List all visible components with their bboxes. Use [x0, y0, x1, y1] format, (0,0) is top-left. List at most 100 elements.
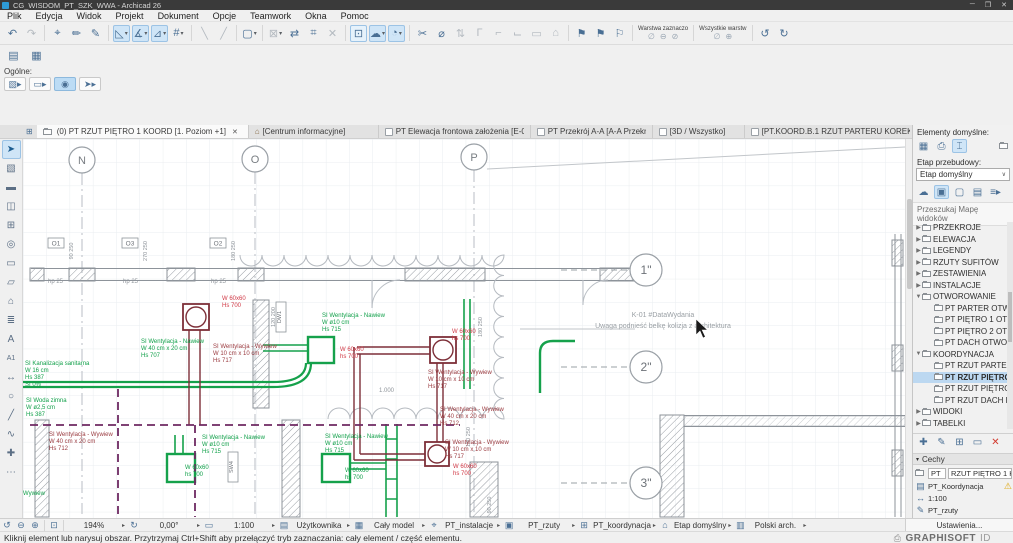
layer-redo-icon[interactable]: ↻	[776, 25, 793, 42]
chevron-right-icon[interactable]: ▶	[915, 420, 922, 427]
fillet-icon[interactable]: ⌙	[509, 25, 526, 42]
flag-outline-icon[interactable]: ⚐	[611, 25, 628, 42]
inject-parameters-icon[interactable]: ✏	[68, 25, 85, 42]
zoom-in-icon[interactable]: ⊕	[28, 520, 42, 531]
scheme-icon[interactable]: ▦	[28, 47, 45, 64]
lock-icon[interactable]: ⊠ ▾	[267, 25, 284, 42]
layer-combination-value[interactable]: PT_Koordynacja	[928, 482, 983, 491]
door-tool[interactable]: ◫	[2, 197, 21, 216]
ungroup-icon[interactable]: ✕	[324, 25, 341, 42]
tree-item-koordynacja[interactable]: ▼ KOORDYNACJA	[913, 349, 1007, 361]
orbit-icon[interactable]: ↻	[127, 520, 141, 531]
layer-action-icon[interactable]: ∅	[713, 32, 720, 41]
tree-item-legendy[interactable]: ▶ LEGENDY	[913, 245, 1007, 257]
tree-item-pt-rzut-parter-k[interactable]: PT RZUT PARTER K	[913, 360, 1007, 372]
organizer-icon[interactable]: ≡ ▸	[988, 185, 1003, 199]
split-icon[interactable]: ✂	[414, 25, 431, 42]
marquee-mode-button[interactable]: ▧ ▸	[4, 77, 26, 91]
tree-item-pt-rzut-dach-ko[interactable]: PT RZUT DACH KO	[913, 395, 1007, 407]
intersect-icon[interactable]: ⌐	[490, 25, 507, 42]
tab-1[interactable]: ⌂ [Centrum informacyjne]	[249, 125, 379, 138]
chevron-right-icon[interactable]: ▶	[915, 270, 922, 277]
tab-overview-icon[interactable]: ⊞	[0, 125, 37, 138]
redo-icon[interactable]: ↷	[23, 25, 40, 42]
tab-active[interactable]: (0) PT RZUT PIĘTRO 1 KOORD [1. Poziom +1…	[36, 125, 249, 138]
menu-item-teamwork[interactable]: Teamwork	[243, 11, 298, 21]
menu-item-widok[interactable]: Widok	[70, 11, 109, 21]
snap-guides-icon[interactable]: ∡ ▾	[132, 24, 149, 42]
model-filter-icon[interactable]: ▦	[352, 520, 366, 531]
layer-comb-icon[interactable]: ⌖	[427, 520, 441, 531]
chevron-down-icon[interactable]: ▼	[915, 351, 922, 357]
elevate-icon[interactable]: ⇅	[452, 25, 469, 42]
open-folder-icon[interactable]	[999, 142, 1008, 149]
orientation[interactable]: 0,00° ▸	[141, 521, 202, 530]
stretch-icon[interactable]: ⌂	[547, 25, 564, 42]
profile-icon[interactable]: ⌶	[952, 139, 967, 153]
arrow-tool[interactable]: ➤	[1, 140, 21, 159]
phase-icon[interactable]: ⌂	[658, 520, 672, 530]
label-tool[interactable]: A1	[2, 349, 21, 368]
trim-icon[interactable]: Γ	[471, 25, 488, 42]
erase-guides-icon[interactable]: ╱	[215, 25, 232, 42]
project-map-icon[interactable]: ▢	[952, 185, 967, 199]
model-view-options[interactable]: PT_koordynacja ▸	[591, 521, 658, 530]
layer-undo-icon[interactable]: ↺	[757, 25, 774, 42]
favorites-icon[interactable]: ▤	[5, 47, 22, 64]
layer-action-icon[interactable]: ⊖	[660, 32, 667, 41]
reserve-icon[interactable]: ◔ ▾	[388, 24, 406, 42]
chevron-down-icon[interactable]: ▼	[915, 294, 922, 300]
model-filter[interactable]: Cały model ▸	[366, 521, 427, 530]
chevron-right-icon[interactable]: ▶	[915, 224, 922, 231]
flag-solid-icon[interactable]: ⚑	[573, 25, 590, 42]
snap-points-icon[interactable]: ⊿ ▾	[151, 24, 168, 42]
view-map-icon[interactable]: ▣	[934, 185, 949, 199]
tab-5[interactable]: [PT.KOORD.B.1 RZUT PARTERU KOREKTY]	[745, 125, 917, 138]
pen-set[interactable]: Użytkownika ▸	[291, 521, 352, 530]
rotate-mode-button[interactable]: ◉	[54, 77, 76, 91]
tab-4[interactable]: [3D / Wszystko]	[653, 125, 745, 138]
menu-item-dokument[interactable]: Dokument	[151, 11, 206, 21]
tree-item-pt-dach-otworo[interactable]: PT DACH OTWORO	[913, 337, 1007, 349]
renovation-filter[interactable]: Etap domyślny ▸	[672, 521, 733, 530]
tree-item-zestawienia[interactable]: ▶ ZESTAWIENIA	[913, 268, 1007, 280]
cursor-mode-button[interactable]: ➤ ▸	[79, 77, 101, 91]
close-button[interactable]: ✕	[1001, 1, 1007, 9]
chevron-right-icon[interactable]: ▶	[915, 259, 922, 266]
hotspot-tool[interactable]: ✚	[2, 444, 21, 463]
tree-item-pt-rzut-piętro-2[interactable]: PT RZUT PIĘTRO 2	[913, 383, 1007, 395]
layout-book-icon[interactable]: ▤	[970, 185, 985, 199]
view-settings-icon[interactable]: ✎	[934, 435, 949, 449]
teamwork-cloud-icon[interactable]: ☁	[916, 185, 931, 199]
zoom-box-icon[interactable]: ⊡	[47, 520, 61, 531]
menu-item-opcje[interactable]: Opcje	[206, 11, 244, 21]
undo-icon[interactable]: ↶	[4, 25, 21, 42]
pen-set-icon[interactable]: ▤	[277, 520, 291, 531]
menu-item-plik[interactable]: Plik	[0, 11, 29, 21]
selection-mode-button[interactable]: ▭ ▸	[29, 77, 51, 91]
tree-item-rzuty-sufitów[interactable]: ▶ RZUTY SUFITÓW	[913, 257, 1007, 269]
view-name-field[interactable]: RZUT PIĘTRO 1 KOORD	[948, 467, 1012, 479]
pen-set-value[interactable]: PT_rzuty	[928, 506, 958, 515]
teamwork-sync-icon[interactable]: ☁ ▾	[369, 24, 387, 42]
chevron-right-icon[interactable]: ▶	[915, 408, 922, 415]
floor-plan-canvas[interactable]: N O P 1" 2" 3" O1 O3 O2 hp 25 hp 25 hp 25 DW1 SW4 9…	[23, 139, 906, 518]
spline-tool[interactable]: ∿	[2, 425, 21, 444]
zoom-fit-icon[interactable]: ↺	[0, 520, 14, 531]
tree-item-widoki[interactable]: ▶ WIDOKI	[913, 406, 1007, 418]
dim-standard-icon[interactable]: ▥	[733, 520, 747, 531]
menu-item-edycja[interactable]: Edycja	[29, 11, 70, 21]
element-transfer-icon[interactable]: ⎙	[934, 139, 949, 153]
pens[interactable]: PT_rzuty ▸	[516, 521, 577, 530]
roof-tool[interactable]: ⌂	[2, 292, 21, 311]
adjust-icon[interactable]: ⌀	[433, 25, 450, 42]
tab-2[interactable]: PT Elewacja frontowa założenia [E-01 Ele…	[379, 125, 531, 138]
magic-wand-icon[interactable]: ⌗	[305, 25, 322, 42]
scale-value[interactable]: 1:100	[928, 494, 947, 503]
marquee-options-icon[interactable]: ▢ ▾	[241, 25, 258, 42]
circle-tool[interactable]: ○	[2, 387, 21, 406]
chevron-right-icon[interactable]: ▶	[915, 236, 922, 243]
view-id-field[interactable]: PT	[928, 467, 946, 479]
column-tool[interactable]: ◎	[2, 235, 21, 254]
tab-close-icon[interactable]: ✕	[232, 128, 238, 136]
